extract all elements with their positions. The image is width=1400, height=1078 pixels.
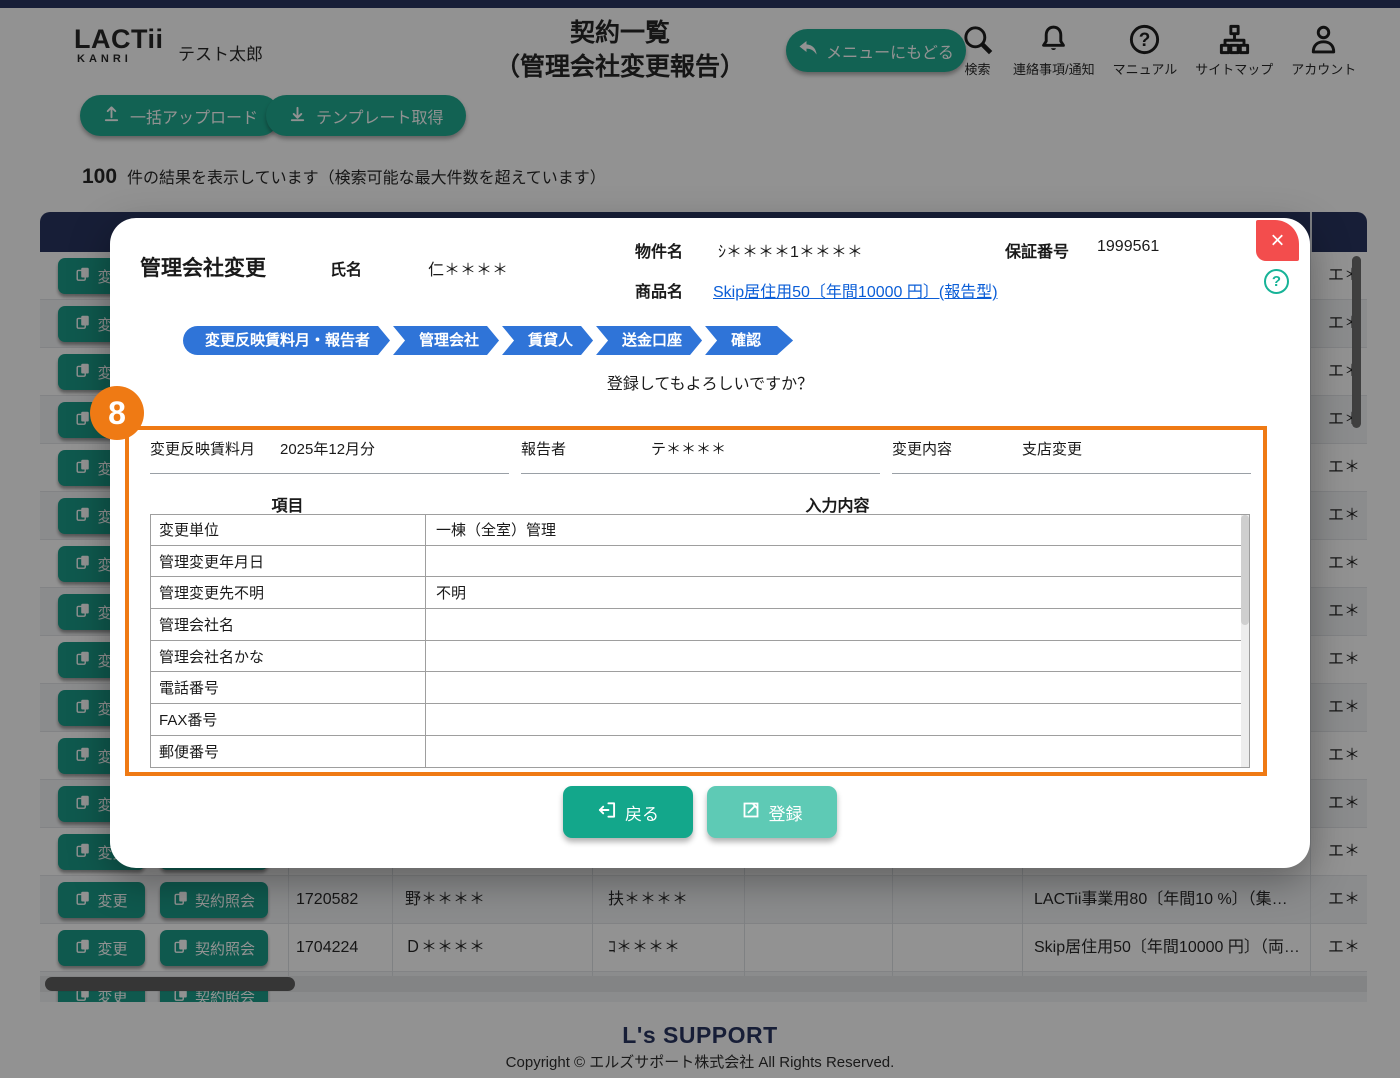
guarantee-number-value: 1999561: [1097, 238, 1159, 256]
name-value: 仁＊＊＊＊: [428, 256, 508, 280]
register-button[interactable]: 登録: [707, 786, 837, 838]
step-3[interactable]: 賃貸人: [502, 326, 593, 355]
detail-item-cell: 郵便番号: [151, 736, 426, 767]
detail-item-cell: 管理会社名: [151, 609, 426, 640]
column-header-item: 項目: [150, 492, 425, 516]
step-2[interactable]: 管理会社: [393, 326, 499, 355]
step-number-badge: 8: [90, 386, 144, 440]
property-label: 物件名: [635, 238, 683, 262]
detail-row: 郵便番号: [150, 736, 1250, 768]
summary-field: 報告者テ＊＊＊＊: [521, 438, 880, 474]
guarantee-number-label: 保証番号: [1005, 238, 1069, 262]
detail-item-cell: 電話番号: [151, 672, 426, 703]
exit-icon: [597, 801, 616, 824]
modal-title: 管理会社変更: [140, 252, 266, 282]
detail-item-cell: 管理変更年月日: [151, 546, 426, 577]
detail-input-cell: 一棟（全室）管理: [426, 515, 1249, 545]
detail-input-cell: [426, 672, 1249, 703]
summary-value: テ＊＊＊＊: [651, 438, 726, 459]
detail-item-cell: FAX番号: [151, 704, 426, 735]
detail-row: 管理変更年月日: [150, 546, 1250, 578]
summary-field: 変更内容支店変更: [892, 438, 1251, 474]
back-button[interactable]: 戻る: [563, 786, 693, 838]
detail-input-cell: [426, 736, 1249, 767]
detail-row: 変更単位一棟（全室）管理: [150, 514, 1250, 546]
detail-row: FAX番号: [150, 704, 1250, 736]
detail-row: 管理会社名かな: [150, 641, 1250, 673]
detail-row: 管理変更先不明不明: [150, 577, 1250, 609]
name-label: 氏名: [330, 256, 362, 280]
confirm-message: 登録してもよろしいですか？: [110, 370, 1310, 394]
edit-icon: [742, 801, 760, 824]
detail-input-cell: 不明: [426, 577, 1249, 608]
summary-row: 変更反映賃料月2025年12月分報告者テ＊＊＊＊変更内容支店変更: [150, 438, 1251, 474]
detail-item-cell: 変更単位: [151, 515, 426, 545]
product-link[interactable]: Skip居住用50〔年間10000 円〕(報告型): [713, 278, 998, 302]
summary-label: 変更内容: [892, 438, 1022, 459]
register-button-label: 登録: [769, 800, 803, 825]
detail-item-cell: 管理変更先不明: [151, 577, 426, 608]
detail-input-cell: [426, 609, 1249, 640]
management-change-modal: × ? 管理会社変更 氏名 仁＊＊＊＊ 物件名 ｼ＊＊＊＊1＊＊＊＊ 保証番号 …: [110, 218, 1310, 868]
property-value: ｼ＊＊＊＊1＊＊＊＊: [718, 238, 863, 262]
product-label: 商品名: [635, 278, 683, 302]
detail-row: 電話番号: [150, 672, 1250, 704]
summary-value: 2025年12月分: [280, 438, 375, 459]
step-4[interactable]: 送金口座: [596, 326, 702, 355]
step-1[interactable]: 変更反映賃料月・報告者: [183, 326, 390, 355]
summary-label: 報告者: [521, 438, 651, 459]
confirmation-panel: 変更反映賃料月2025年12月分報告者テ＊＊＊＊変更内容支店変更 項目 入力内容…: [125, 426, 1267, 776]
close-button[interactable]: ×: [1256, 220, 1299, 261]
detail-table: 変更単位一棟（全室）管理管理変更年月日管理変更先不明不明管理会社名管理会社名かな…: [150, 514, 1250, 768]
column-header-input: 入力内容: [425, 492, 1250, 516]
detail-table-scrollbar-thumb[interactable]: [1241, 515, 1249, 625]
detail-input-cell: [426, 546, 1249, 577]
summary-label: 変更反映賃料月: [150, 438, 280, 459]
step-breadcrumb: 変更反映賃料月・報告者管理会社賃貸人送金口座確認: [183, 326, 793, 355]
back-button-label: 戻る: [625, 800, 659, 825]
detail-input-cell: [426, 641, 1249, 672]
close-icon: ×: [1270, 227, 1284, 254]
step-5[interactable]: 確認: [705, 326, 793, 355]
summary-field: 変更反映賃料月2025年12月分: [150, 438, 509, 474]
detail-input-cell: [426, 704, 1249, 735]
detail-row: 管理会社名: [150, 609, 1250, 641]
detail-table-scrollbar[interactable]: [1241, 515, 1249, 767]
detail-item-cell: 管理会社名かな: [151, 641, 426, 672]
help-icon[interactable]: ?: [1264, 269, 1289, 294]
summary-value: 支店変更: [1022, 438, 1082, 459]
